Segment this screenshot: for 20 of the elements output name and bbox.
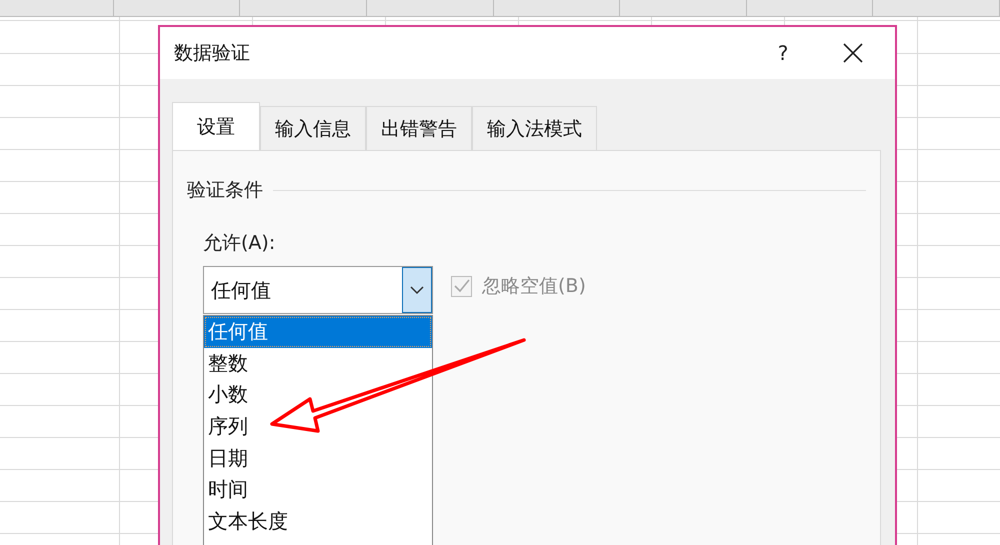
tab[interactable]: 设置 — [172, 102, 260, 150]
field-label: 允许(A): — [203, 231, 276, 256]
list-option[interactable]: 整数 — [204, 348, 432, 380]
tab[interactable]: 输入法模式 — [472, 106, 597, 150]
list-option[interactable]: 日期 — [204, 442, 432, 474]
list-option[interactable]: 时间 — [204, 474, 432, 506]
chevron-down-icon[interactable] — [410, 286, 424, 294]
list-option[interactable]: 文本长度 — [204, 506, 432, 538]
group-title: 验证条件 — [187, 178, 263, 203]
checkbox-label: 忽略空值(B) — [482, 274, 586, 299]
list-option[interactable]: 小数 — [204, 379, 432, 412]
help-button[interactable]: ? — [763, 40, 803, 66]
dropdown-button[interactable] — [402, 267, 432, 313]
allow-dropdown[interactable]: 任何值 — [203, 266, 433, 314]
tab[interactable]: 出错警告 — [366, 106, 472, 150]
close-icon[interactable] — [842, 42, 864, 64]
list-option[interactable]: 序列 — [204, 411, 432, 443]
tab[interactable]: 输入信息 — [260, 106, 366, 150]
window-title: 数据验证 — [174, 41, 251, 66]
list-option[interactable]: 任何值 — [204, 316, 432, 348]
